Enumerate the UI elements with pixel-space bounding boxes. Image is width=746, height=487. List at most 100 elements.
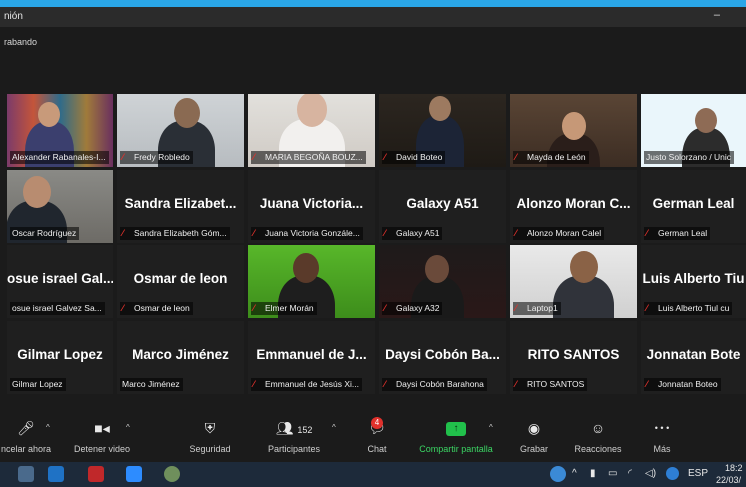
muted-microphone-icon: ⁄: [515, 228, 517, 238]
participant-name-label: Justo Solorzano / Unic: [644, 151, 735, 164]
windows-taskbar: ^ ▮ ▭ ◜ ◁) ESP 18:2 22/03/: [0, 462, 746, 487]
reactions-button[interactable]: ☺︎ Reacciones: [570, 417, 626, 454]
participant-name-label: ⁄ Daysi Cobón Barahona: [382, 378, 487, 391]
muted-microphone-icon: ⁄: [384, 379, 386, 389]
participant-tile[interactable]: Gilmar Lopez Gilmar Lopez: [7, 321, 113, 394]
muted-microphone-icon: ⁄: [515, 379, 517, 389]
participants-options-caret[interactable]: ^: [332, 423, 336, 432]
more-button[interactable]: • • • Más: [645, 417, 679, 454]
stop-video-button[interactable]: ■◂ Detener video: [72, 417, 132, 454]
participant-display-name: German Leal: [652, 196, 735, 211]
participant-display-name: Daysi Cobón Ba...: [385, 347, 500, 362]
participant-tile[interactable]: RITO SANTOS ⁄ RITO SANTOS: [510, 321, 637, 394]
participant-display-name: Juana Victoria...: [259, 196, 364, 211]
participant-tile[interactable]: Luis Alberto Tiu ⁄ Luis Alberto Tiul cu: [641, 245, 746, 318]
record-button[interactable]: ◉ Grabar: [514, 417, 554, 454]
participant-name-label: ⁄ Osmar de leon: [120, 302, 193, 315]
participant-name: Elmer Morán: [265, 303, 314, 313]
participant-display-name: Luis Alberto Tiu: [642, 271, 745, 286]
participant-name-label: ⁄ Fredy Robledo: [120, 151, 193, 164]
participant-display-name: Marco Jiménez: [132, 347, 229, 362]
muted-microphone-icon: ⁄: [253, 152, 255, 162]
participant-name: Marco Jiménez: [122, 379, 180, 389]
language-indicator[interactable]: ESP: [688, 468, 708, 479]
participant-display-name: Alonzo Moran C...: [516, 196, 631, 211]
chat-button[interactable]: 💬︎ 4 Chat: [360, 417, 394, 454]
participant-name-label: ⁄ German Leal: [644, 227, 711, 240]
participant-tile[interactable]: Juana Victoria... ⁄ Juana Victoria Gonzále…: [248, 170, 375, 243]
participant-name: Fredy Robledo: [134, 152, 190, 162]
taskbar-app-icon[interactable]: [18, 466, 34, 482]
participant-tile[interactable]: Marco Jiménez Marco Jiménez: [117, 321, 244, 394]
outlook-icon[interactable]: [48, 466, 64, 482]
muted-microphone-icon: ⁄: [384, 228, 386, 238]
participant-tile[interactable]: Alexander Rabanales-I...: [7, 94, 113, 167]
battery-icon[interactable]: ▭: [608, 468, 617, 479]
app-tray-icon[interactable]: [666, 467, 679, 480]
participant-name: Emmanuel de Jesús Xi...: [265, 379, 360, 389]
participant-name-label: ⁄ Luis Alberto Tiul cu: [644, 302, 733, 315]
participant-name-label: ⁄ Alonzo Moran Calel: [513, 227, 605, 240]
minimize-button[interactable]: –: [714, 9, 720, 21]
participant-name-label: ⁄ Jonnatan Boteo: [644, 378, 721, 391]
participant-name: Mayda de León: [527, 152, 586, 162]
record-icon: ◉: [527, 420, 541, 436]
help-icon[interactable]: [550, 466, 566, 482]
participant-tile[interactable]: ⁄ Galaxy A32: [379, 245, 506, 318]
participant-tile[interactable]: Galaxy A51 ⁄ Galaxy A51: [379, 170, 506, 243]
participant-name-label: ⁄ Galaxy A32: [382, 302, 443, 315]
participant-name: MARIA BEGOÑA BOUZ...: [265, 152, 363, 162]
volume-icon[interactable]: ◁): [645, 468, 656, 479]
participant-name-label: ⁄ David Boteo: [382, 151, 446, 164]
ellipsis-icon: • • •: [654, 423, 670, 433]
muted-microphone-icon: ⁄: [122, 152, 124, 162]
window-title: nión: [4, 11, 23, 22]
zoom-icon[interactable]: [126, 466, 142, 482]
video-options-caret[interactable]: ^: [126, 423, 130, 432]
participant-name: Sandra Elizabeth Góm...: [134, 228, 227, 238]
clock-date[interactable]: 22/03/: [716, 475, 741, 485]
participant-display-name: RITO SANTOS: [527, 347, 620, 362]
participant-tile[interactable]: Sandra Elizabet... ⁄ Sandra Elizabeth Góm.…: [117, 170, 244, 243]
security-button[interactable]: ⛨ Seguridad: [183, 417, 237, 454]
participant-tile[interactable]: ⁄ Elmer Morán: [248, 245, 375, 318]
muted-microphone-icon: ⁄: [253, 228, 255, 238]
participant-name: German Leal: [658, 228, 708, 238]
participant-tile[interactable]: osue israel Gal... osue israel Galvez Sa.…: [7, 245, 113, 318]
recording-indicator: rabando: [4, 37, 38, 47]
participant-tile[interactable]: ⁄ Fredy Robledo: [117, 94, 244, 167]
participant-tile[interactable]: ⁄ David Boteo: [379, 94, 506, 167]
participant-tile[interactable]: Daysi Cobón Ba... ⁄ Daysi Cobón Barahona: [379, 321, 506, 394]
participant-tile[interactable]: Alonzo Moran C... ⁄ Alonzo Moran Calel: [510, 170, 637, 243]
participant-tile[interactable]: ⁄ Mayda de León: [510, 94, 637, 167]
participant-name-label: ⁄ Sandra Elizabeth Góm...: [120, 227, 230, 240]
video-camera-icon: ■◂: [94, 420, 110, 436]
participant-tile[interactable]: Oscar Rodríguez: [7, 170, 113, 243]
clock-time[interactable]: 18:2: [725, 463, 743, 473]
share-screen-button[interactable]: ↑ Compartir pantalla: [412, 417, 500, 454]
participant-name: Luis Alberto Tiul cu: [658, 303, 730, 313]
muted-microphone-icon: ⁄: [253, 303, 255, 313]
participant-tile[interactable]: Justo Solorzano / Unic: [641, 94, 746, 167]
participant-tile[interactable]: ⁄ MARIA BEGOÑA BOUZ...: [248, 94, 375, 167]
audio-options-caret[interactable]: ^: [46, 423, 50, 432]
participant-head: [22, 176, 51, 209]
acrobat-icon[interactable]: [88, 466, 104, 482]
wifi-icon[interactable]: ◜: [628, 468, 632, 479]
app-icon[interactable]: [164, 466, 180, 482]
participant-name: Jonnatan Boteo: [658, 379, 718, 389]
participant-tile[interactable]: Jonnatan Bote ⁄ Jonnatan Boteo: [641, 321, 746, 394]
share-options-caret[interactable]: ^: [489, 423, 493, 432]
participant-tile[interactable]: German Leal ⁄ German Leal: [641, 170, 746, 243]
tray-chevron-icon[interactable]: ^: [572, 468, 577, 479]
network-icon[interactable]: ▮: [590, 468, 596, 479]
participant-name-label: ⁄ Juana Victoria Gonzále...: [251, 227, 363, 240]
participant-tile[interactable]: ⁄ Laptop1: [510, 245, 637, 318]
participant-name-label: ⁄ Emmanuel de Jesús Xi...: [251, 378, 363, 391]
participants-button[interactable]: 👥︎ 152 Participantes: [264, 417, 324, 454]
participant-name-label: osue israel Galvez Sa...: [10, 302, 105, 315]
participant-name: Alexander Rabanales-I...: [12, 152, 106, 162]
smiley-add-icon: ☺︎: [590, 420, 606, 436]
participant-tile[interactable]: Osmar de leon ⁄ Osmar de leon: [117, 245, 244, 318]
participant-tile[interactable]: Emmanuel de J... ⁄ Emmanuel de Jesús Xi...: [248, 321, 375, 394]
